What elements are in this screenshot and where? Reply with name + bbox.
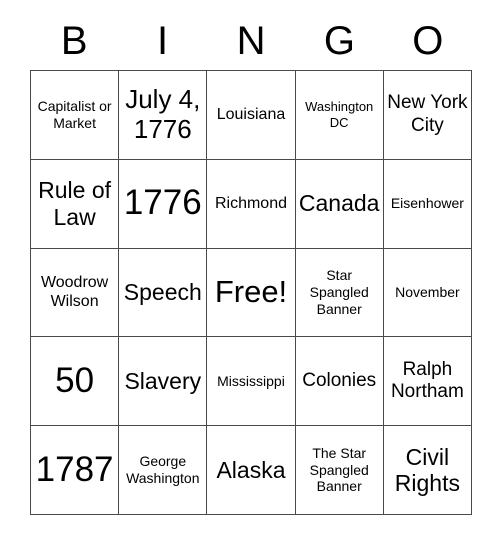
bingo-cell-label: Capitalist or Market: [37, 98, 112, 131]
bingo-cell[interactable]: Washington DC: [295, 71, 384, 160]
bingo-cell-label: 1776: [123, 183, 202, 223]
bingo-card: B I N G O Capitalist or Market July 4, 17…: [0, 0, 500, 544]
bingo-cell[interactable]: New York City: [383, 71, 472, 160]
bingo-header-letter-g: G: [323, 19, 355, 63]
bingo-cell[interactable]: 1787: [31, 426, 120, 515]
bingo-cell[interactable]: Civil Rights: [383, 426, 472, 515]
bingo-cell-label: Louisiana: [216, 106, 286, 124]
bingo-cell-label: Richmond: [214, 195, 287, 213]
bingo-cell[interactable]: July 4, 1776: [119, 71, 208, 160]
bingo-cell-label: Rule of Law: [38, 177, 112, 230]
bingo-cell[interactable]: Capitalist or Market: [31, 71, 120, 160]
bingo-header-letter-i: I: [157, 19, 169, 63]
bingo-cell[interactable]: Slavery: [119, 337, 208, 427]
bingo-cell[interactable]: Louisiana: [207, 71, 296, 160]
bingo-cell-label: George Washington: [126, 453, 200, 487]
bingo-cell-label: November: [395, 284, 460, 301]
bingo-cell-label: Colonies: [302, 370, 377, 392]
bingo-cell-label: 50: [55, 361, 95, 401]
bingo-cell[interactable]: Rule of Law: [31, 159, 120, 249]
bingo-cell[interactable]: Eisenhower: [383, 159, 472, 249]
bingo-cell[interactable]: Woodrow Wilson: [31, 248, 120, 338]
bingo-cell-label: 1787: [35, 449, 114, 489]
bingo-cell-label: Speech: [123, 279, 202, 306]
bingo-cell-label: Mississippi: [217, 372, 285, 389]
bingo-cell[interactable]: Richmond: [207, 159, 296, 249]
bingo-cell[interactable]: Star Spangled Banner: [295, 248, 384, 338]
bingo-cell[interactable]: Alaska: [207, 426, 296, 515]
bingo-cell-label: Washington DC: [305, 99, 374, 130]
bingo-header-row: B I N G O: [30, 12, 472, 70]
bingo-cell[interactable]: Speech: [119, 248, 208, 338]
bingo-header-letter-n: N: [236, 19, 266, 63]
bingo-header-letter-b: B: [60, 19, 88, 63]
bingo-cell[interactable]: 50: [31, 337, 120, 427]
bingo-cell-label: The Star Spangled Banner: [309, 444, 369, 495]
bingo-cell[interactable]: The Star Spangled Banner: [295, 426, 384, 515]
bingo-cell[interactable]: Mississippi: [207, 337, 296, 427]
bingo-header-letter-o: O: [412, 19, 444, 63]
bingo-cell-label: Canada: [298, 190, 380, 217]
bingo-cell-label: Woodrow Wilson: [40, 274, 109, 311]
bingo-free-cell[interactable]: Free!: [207, 248, 296, 338]
bingo-cell-label: Alaska: [216, 456, 286, 483]
bingo-cell-label: New York City: [387, 92, 468, 136]
bingo-cell[interactable]: 1776: [119, 159, 208, 249]
bingo-cell-label: Free!: [214, 274, 288, 310]
bingo-cell[interactable]: Colonies: [295, 337, 384, 427]
bingo-cell[interactable]: Ralph Northam: [383, 337, 472, 427]
bingo-cell[interactable]: George Washington: [119, 426, 208, 515]
bingo-cell-label: Slavery: [124, 368, 202, 395]
bingo-cell[interactable]: Canada: [295, 159, 384, 249]
bingo-cell-label: Civil Rights: [394, 443, 460, 497]
bingo-cell[interactable]: November: [383, 248, 472, 338]
bingo-cell-label: Ralph Northam: [390, 358, 464, 403]
bingo-grid: Capitalist or Market July 4, 1776 Louisian…: [30, 70, 472, 515]
bingo-cell-label: July 4, 1776: [125, 84, 201, 144]
bingo-cell-label: Eisenhower: [390, 195, 464, 212]
bingo-cell-label: Star Spangled Banner: [309, 267, 369, 317]
